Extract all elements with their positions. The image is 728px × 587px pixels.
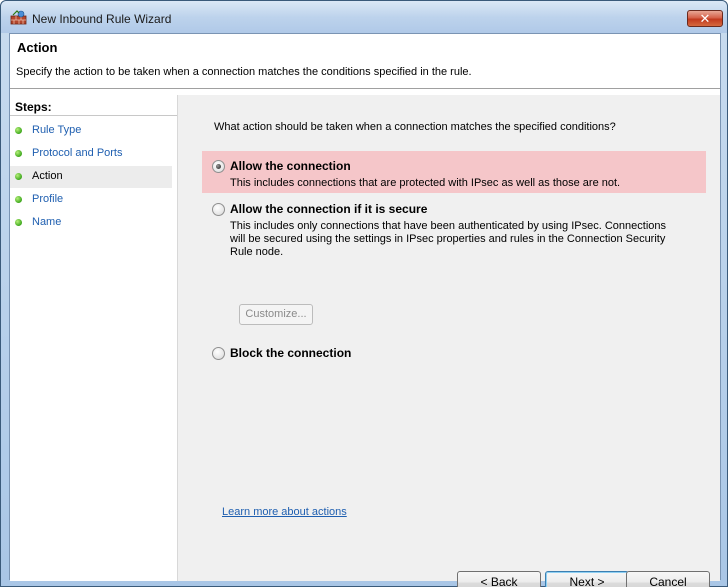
customize-button: Customize...	[239, 304, 313, 325]
cancel-button[interactable]: Cancel	[626, 571, 710, 587]
block-label[interactable]: Block the connection	[230, 346, 351, 360]
steps-divider	[10, 115, 177, 116]
step-label: Action	[32, 170, 63, 182]
step-status-icon	[15, 196, 22, 203]
close-icon: ✕	[699, 11, 711, 26]
step-rule-type[interactable]: Rule Type	[10, 120, 172, 142]
allow-description: This includes connections that are prote…	[230, 177, 621, 189]
step-label: Rule Type	[32, 124, 82, 136]
wizard-header: Action Specify the action to be taken wh…	[10, 34, 720, 89]
firewall-icon	[10, 10, 27, 25]
step-status-icon	[15, 150, 22, 157]
next-button[interactable]: Next >	[545, 571, 629, 587]
allow-label[interactable]: Allow the connection	[230, 159, 351, 173]
action-question: What action should be taken when a conne…	[214, 121, 616, 133]
step-name[interactable]: Name	[10, 212, 172, 234]
allow-radio[interactable]	[212, 160, 225, 173]
option-block[interactable]: Block the connection	[202, 341, 706, 365]
page-title: Action	[17, 40, 58, 55]
step-status-icon	[15, 127, 22, 134]
page-description: Specify the action to be taken when a co…	[16, 66, 472, 78]
back-button[interactable]: < Back	[457, 571, 541, 587]
wizard-client-area: Action Specify the action to be taken wh…	[9, 33, 721, 587]
step-label: Protocol and Ports	[32, 147, 123, 159]
allow-secure-radio[interactable]	[212, 203, 225, 216]
allow-secure-label[interactable]: Allow the connection if it is secure	[230, 202, 427, 216]
steps-title: Steps:	[15, 100, 52, 114]
step-profile[interactable]: Profile	[10, 189, 172, 211]
step-action: Action	[10, 166, 172, 188]
option-allow[interactable]: Allow the connection This includes conne…	[202, 151, 706, 193]
step-status-icon	[15, 173, 22, 180]
title-bar[interactable]: New Inbound Rule Wizard ✕	[1, 1, 727, 33]
learn-more-link[interactable]: Learn more about actions	[222, 506, 347, 518]
step-protocol-and-ports[interactable]: Protocol and Ports	[10, 143, 172, 165]
step-label: Profile	[32, 193, 64, 205]
wizard-window: New Inbound Rule Wizard ✕ Action Specify…	[0, 0, 728, 587]
close-button[interactable]: ✕	[687, 10, 723, 27]
step-label: Name	[32, 216, 62, 228]
option-allow-if-secure[interactable]: Allow the connection if it is secure Thi…	[202, 195, 706, 300]
allow-secure-description: This includes only connections that have…	[230, 220, 666, 258]
steps-pane: Steps: Rule Type Protocol and Ports Acti…	[10, 95, 177, 581]
block-radio[interactable]	[212, 347, 225, 360]
step-status-icon	[15, 219, 22, 226]
window-title: New Inbound Rule Wizard	[32, 12, 172, 26]
action-pane: What action should be taken when a conne…	[177, 95, 720, 587]
